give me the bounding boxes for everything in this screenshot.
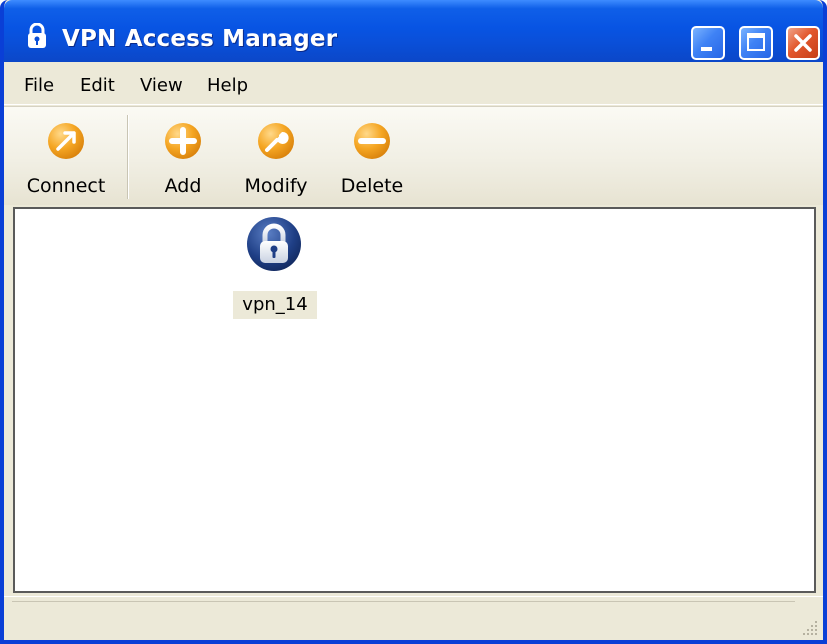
delete-button[interactable]: Delete (330, 113, 414, 203)
delete-label: Delete (340, 175, 404, 197)
menu-help[interactable]: Help (207, 75, 248, 96)
maximize-icon (747, 33, 765, 51)
connect-icon (48, 123, 84, 159)
menu-view[interactable]: View (140, 75, 183, 96)
menu-bar: File Edit View Help (4, 66, 823, 105)
modify-button[interactable]: Modify (234, 113, 318, 203)
add-button[interactable]: Add (148, 113, 218, 203)
menu-file[interactable]: File (24, 75, 54, 96)
add-label: Add (164, 175, 202, 197)
resize-grip-icon[interactable] (801, 619, 819, 637)
padlock-icon (247, 217, 301, 271)
connect-button[interactable]: Connect (18, 113, 114, 203)
minimize-button[interactable] (691, 26, 725, 60)
close-button[interactable] (786, 26, 820, 60)
plus-icon (165, 123, 201, 159)
connect-label: Connect (26, 175, 106, 197)
connection-item[interactable]: vpn_14 (233, 215, 317, 319)
maximize-button[interactable] (739, 26, 773, 60)
wrench-icon (258, 123, 294, 159)
app-window: VPN Access Manager File Edit View Help C… (0, 0, 827, 644)
padlock-app-icon (28, 23, 46, 48)
connection-list-pane[interactable]: vpn_14 (13, 207, 816, 593)
minus-icon (354, 123, 390, 159)
window-title: VPN Access Manager (62, 26, 338, 52)
menu-edit[interactable]: Edit (80, 75, 115, 96)
modify-label: Modify (244, 175, 308, 197)
status-bar (4, 596, 823, 640)
status-panel (12, 601, 795, 622)
close-icon (794, 34, 812, 52)
minimize-icon (701, 47, 712, 51)
toolbar-separator (127, 115, 129, 199)
title-bar[interactable]: VPN Access Manager (4, 0, 823, 62)
toolbar: Connect Add Modify Delete (4, 106, 823, 205)
connection-name: vpn_14 (233, 291, 317, 319)
